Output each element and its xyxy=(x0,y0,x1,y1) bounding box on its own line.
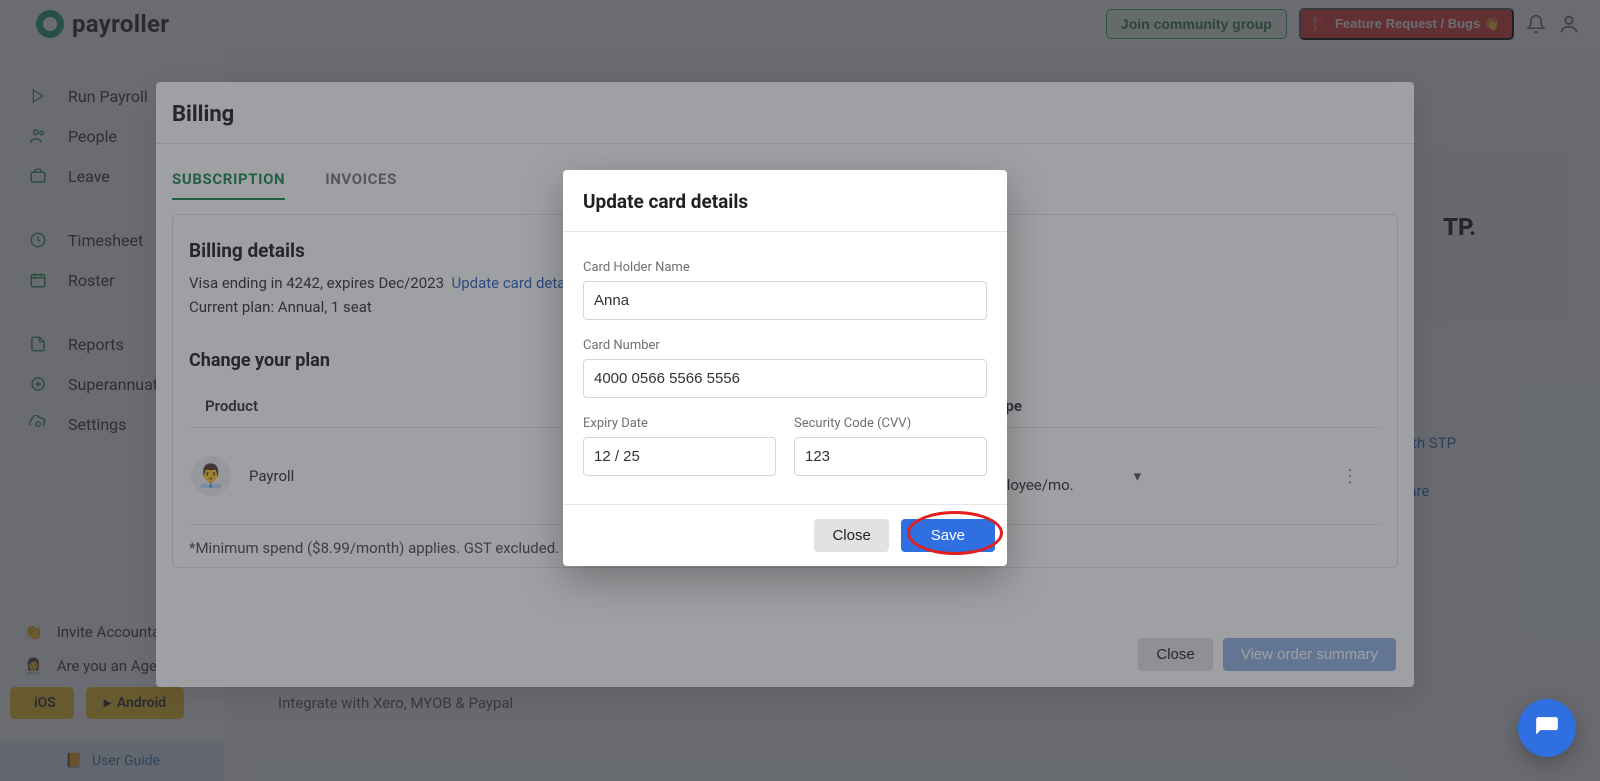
update-card-title: Update card details xyxy=(563,170,1007,232)
card-save-button[interactable]: Save xyxy=(901,519,995,552)
number-label: Card Number xyxy=(583,338,987,353)
cvv-label: Security Code (CVV) xyxy=(794,416,987,431)
cvv-input[interactable] xyxy=(794,437,987,476)
card-holder-input[interactable] xyxy=(583,281,987,320)
card-close-button[interactable]: Close xyxy=(814,519,888,552)
update-card-modal: Update card details Card Holder Name Car… xyxy=(563,170,1007,566)
holder-label: Card Holder Name xyxy=(583,260,987,275)
expiry-label: Expiry Date xyxy=(583,416,776,431)
card-number-input[interactable] xyxy=(583,359,987,398)
chat-launcher-button[interactable] xyxy=(1518,699,1576,757)
expiry-input[interactable] xyxy=(583,437,776,476)
